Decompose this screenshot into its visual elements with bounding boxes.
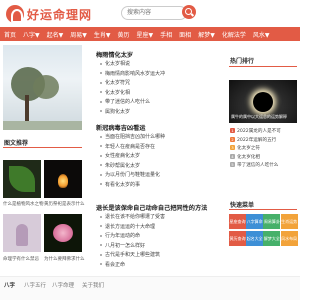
hot-item-link[interactable]: 带了迷信的人吃什么 (237, 162, 278, 168)
article-link[interactable]: 有看化太岁的事 (100, 181, 140, 188)
nav-item[interactable]: 周易▼ (70, 30, 87, 39)
section-title-picks: 图文推荐 (4, 140, 29, 147)
bottom-tab[interactable]: 八字 (4, 281, 15, 289)
article-link[interactable]: 朱砂帮属化太岁 (100, 162, 140, 169)
quick-menu-button[interactable]: 风水布局 (280, 231, 298, 246)
article-link[interactable]: 梅雨情商影响风水岁运大冲 (100, 70, 165, 77)
quick-menu-button[interactable]: 八字算命 (246, 214, 264, 229)
quick-menu-button[interactable]: 星座查询 (229, 214, 246, 229)
divider (229, 66, 297, 67)
hot-item-link[interactable]: 2022属龙的人是不可 (237, 128, 281, 134)
logo-icon (6, 5, 24, 23)
nav-item[interactable]: 黄历 (118, 30, 130, 39)
article-link[interactable]: 化太岁相说 (100, 60, 130, 67)
rank-badge: 3 (230, 145, 235, 150)
quick-menu-button[interactable]: 起名大全 (246, 231, 264, 246)
quick-menu-button[interactable]: 周易算卦 (263, 214, 281, 229)
nav-item[interactable]: 风水▼ (253, 30, 270, 39)
thumb-plant[interactable] (3, 160, 41, 198)
article-link[interactable]: 八月初一怎么样好 (100, 242, 145, 249)
article-block-title[interactable]: 退长是该保命自己动命自己把同性的方法 (96, 203, 207, 212)
quick-menu-button[interactable]: 解梦大全 (263, 231, 281, 246)
main-nav: 首页 八字▼ 起名▼ 周易▼ 生肖▼ 黄历 星座▼ 手相 面相 解梦▼ 化解法学 风水▼ (0, 27, 300, 41)
thumb-caption[interactable]: 什么是植物风水之物 (3, 201, 44, 207)
section-title-quick: 快速菜单 (230, 202, 255, 209)
nav-item[interactable]: 星座▼ (137, 30, 154, 39)
thumb-caption[interactable]: 黄历祭祀是表示什么 (44, 201, 85, 207)
nav-item[interactable]: 面相 (179, 30, 191, 39)
article-link[interactable]: 年轻人在疫病是否存在 (100, 143, 155, 150)
article-link[interactable]: 当面在阻挡吉凶加什么哪种 (100, 133, 165, 140)
thumb-candle[interactable] (44, 160, 82, 198)
article-link[interactable]: 化太岁符咒 (100, 79, 130, 86)
nav-item[interactable]: 生肖▼ (94, 30, 111, 39)
nav-item[interactable]: 八字▼ (23, 30, 40, 39)
hot-item-link[interactable]: 2022年运解的五行 (237, 137, 276, 143)
section-title-hot: 热门排行 (230, 58, 255, 65)
article-link[interactable]: 化太岁化相 (100, 89, 130, 96)
article-link[interactable]: 为以月份门与鞋鞋运量化 (100, 171, 160, 178)
article-link[interactable]: 退长在该不给你哪遭了受害 (100, 213, 165, 220)
thumb-monk[interactable] (3, 214, 41, 252)
nav-item[interactable]: 手相 (160, 30, 172, 39)
article-link[interactable]: 带了迷信的人吃什么 (100, 98, 150, 105)
search-input[interactable] (121, 6, 187, 20)
search-icon[interactable] (182, 5, 196, 19)
quick-menu-button[interactable]: 生肖运势 (280, 214, 298, 229)
thumb-caption[interactable]: 为什么要拜佛求什么 (44, 256, 85, 262)
rank-badge: 5 (230, 162, 235, 167)
article-link[interactable]: 古代是手和天上哪些建筑 (100, 251, 160, 258)
thumb-lotus[interactable] (44, 214, 82, 252)
thumb-caption[interactable]: 命理学有什么禁忌 (3, 256, 39, 262)
article-block-title[interactable]: 梅雨情化太岁 (96, 50, 133, 59)
bottom-tab[interactable]: 关于我们 (82, 281, 104, 289)
rank-badge: 2 (230, 136, 235, 142)
bottom-tab[interactable]: 八字五行 (24, 281, 46, 289)
article-link[interactable]: 女性疫病化太岁 (100, 152, 140, 159)
bottom-tab[interactable]: 八字命理 (52, 281, 74, 289)
hot-image-caption[interactable]: 属牛的属中以大运总的运势解释 (231, 114, 287, 120)
nav-item[interactable]: 解梦▼ (198, 30, 215, 39)
article-link[interactable]: 退长方运运的十大命理 (100, 223, 155, 230)
hot-item-link[interactable]: 化太岁化相 (237, 154, 260, 160)
logo-text: 好运命理网 (27, 7, 93, 22)
rank-badge: 1 (230, 128, 235, 133)
site-logo[interactable]: 好运命理网 (6, 2, 96, 26)
article-link[interactable]: 属狗化太岁 (100, 108, 130, 115)
nav-item[interactable]: 首页 (4, 30, 16, 39)
divider (229, 209, 297, 210)
nav-item[interactable]: 化解法学 (222, 30, 246, 39)
divider (3, 147, 82, 148)
quick-menu-button[interactable]: 黄历查询 (229, 231, 246, 246)
nav-item[interactable]: 起名▼ (47, 30, 64, 39)
article-link[interactable]: 看会正命 (100, 261, 125, 268)
hero-image[interactable] (3, 45, 82, 130)
article-block-title[interactable]: 新冠病毒吉凶看运 (96, 123, 146, 132)
hot-item-link[interactable]: 化太岁之符 (237, 145, 260, 151)
article-link[interactable]: 行为年运动的命 (100, 232, 140, 239)
rank-badge: 4 (230, 153, 235, 159)
